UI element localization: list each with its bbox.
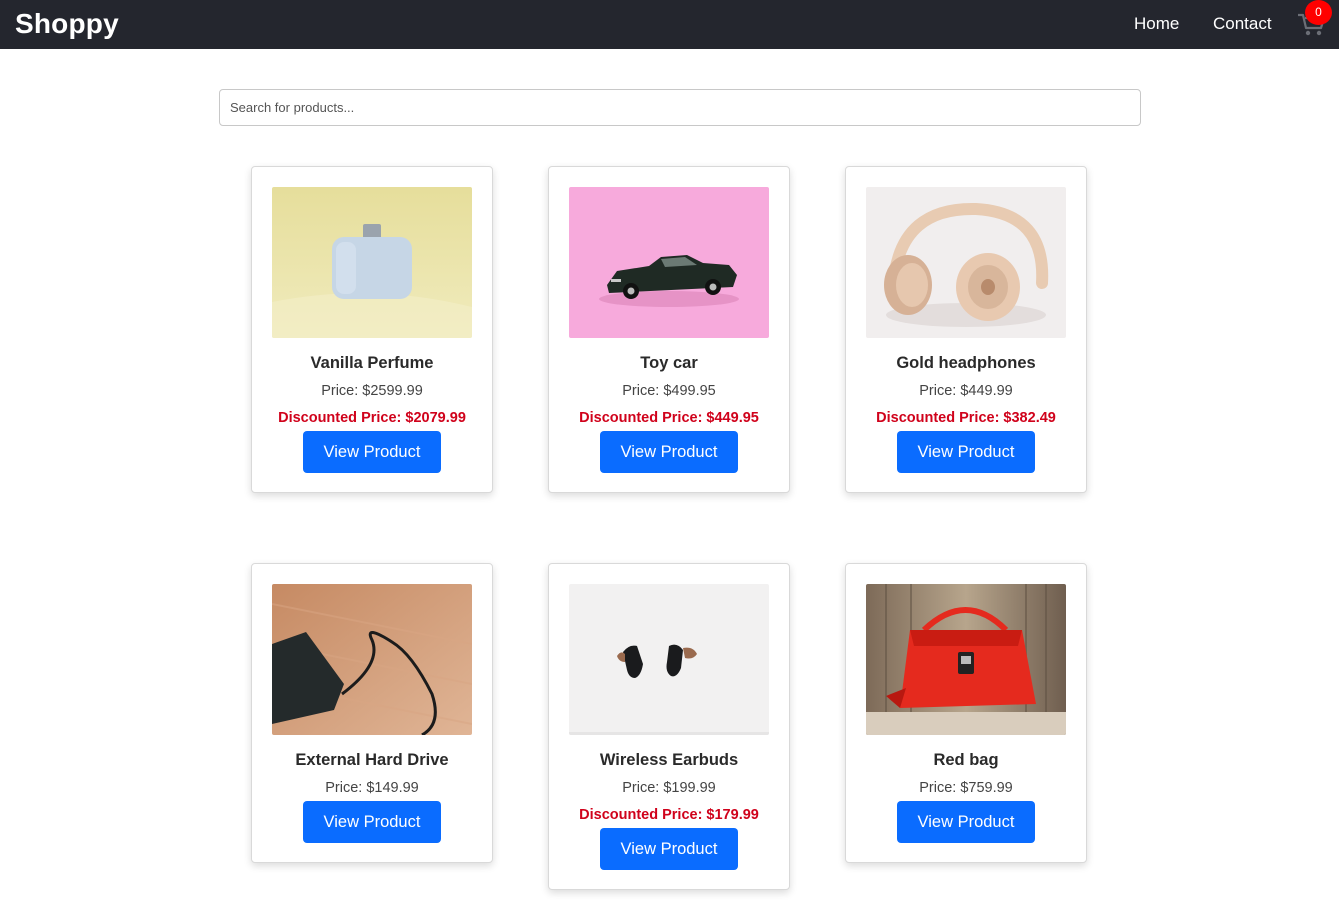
product-card: Toy car Price: $499.95 Discounted Price:…: [548, 166, 790, 493]
product-name: Toy car: [640, 354, 698, 372]
product-card: External Hard Drive Price: $149.99 View …: [251, 563, 493, 863]
view-product-button[interactable]: View Product: [600, 431, 738, 473]
product-discounted-price: Discounted Price: $179.99: [579, 807, 759, 823]
product-name: Vanilla Perfume: [310, 354, 434, 372]
product-name: Wireless Earbuds: [599, 751, 739, 769]
product-image-wireless-earbuds[interactable]: [569, 584, 769, 735]
product-discounted-price: Discounted Price: $449.95: [579, 410, 759, 426]
cart-count-badge: 0: [1305, 0, 1332, 25]
product-card: Vanilla Perfume Price: $2599.99 Discount…: [251, 166, 493, 493]
product-image-red-bag[interactable]: [866, 584, 1066, 735]
nav-home-link[interactable]: Home: [1134, 14, 1179, 34]
product-discounted-price: Discounted Price: $2079.99: [278, 410, 466, 426]
product-image-gold-headphones[interactable]: [866, 187, 1066, 338]
product-price: Price: $149.99: [325, 780, 419, 796]
product-price: Price: $199.99: [622, 780, 716, 796]
product-card: Red bag Price: $759.99 View Product: [845, 563, 1087, 863]
search-input[interactable]: [219, 89, 1141, 126]
product-name: External Hard Drive: [295, 751, 449, 769]
product-image-external-hard-drive[interactable]: [272, 584, 472, 735]
view-product-button[interactable]: View Product: [897, 801, 1035, 843]
view-product-button[interactable]: View Product: [303, 431, 441, 473]
view-product-button[interactable]: View Product: [600, 828, 738, 870]
product-image-toy-car[interactable]: [569, 187, 769, 338]
product-price: Price: $2599.99: [321, 383, 423, 399]
product-name: Gold headphones: [896, 354, 1036, 372]
view-product-button[interactable]: View Product: [303, 801, 441, 843]
view-product-button[interactable]: View Product: [897, 431, 1035, 473]
product-price: Price: $759.99: [919, 780, 1013, 796]
navbar: Shoppy Home Contact 0: [0, 0, 1339, 49]
product-card: Gold headphones Price: $449.99 Discounte…: [845, 166, 1087, 493]
nav-contact-link[interactable]: Contact: [1213, 14, 1272, 34]
product-card: Wireless Earbuds Price: $199.99 Discount…: [548, 563, 790, 890]
product-price: Price: $499.95: [622, 383, 716, 399]
brand-logo[interactable]: Shoppy: [15, 8, 119, 40]
product-name: Red bag: [933, 751, 999, 769]
product-image-vanilla-perfume[interactable]: [272, 187, 472, 338]
product-discounted-price: Discounted Price: $382.49: [876, 410, 1056, 426]
product-price: Price: $449.99: [919, 383, 1013, 399]
